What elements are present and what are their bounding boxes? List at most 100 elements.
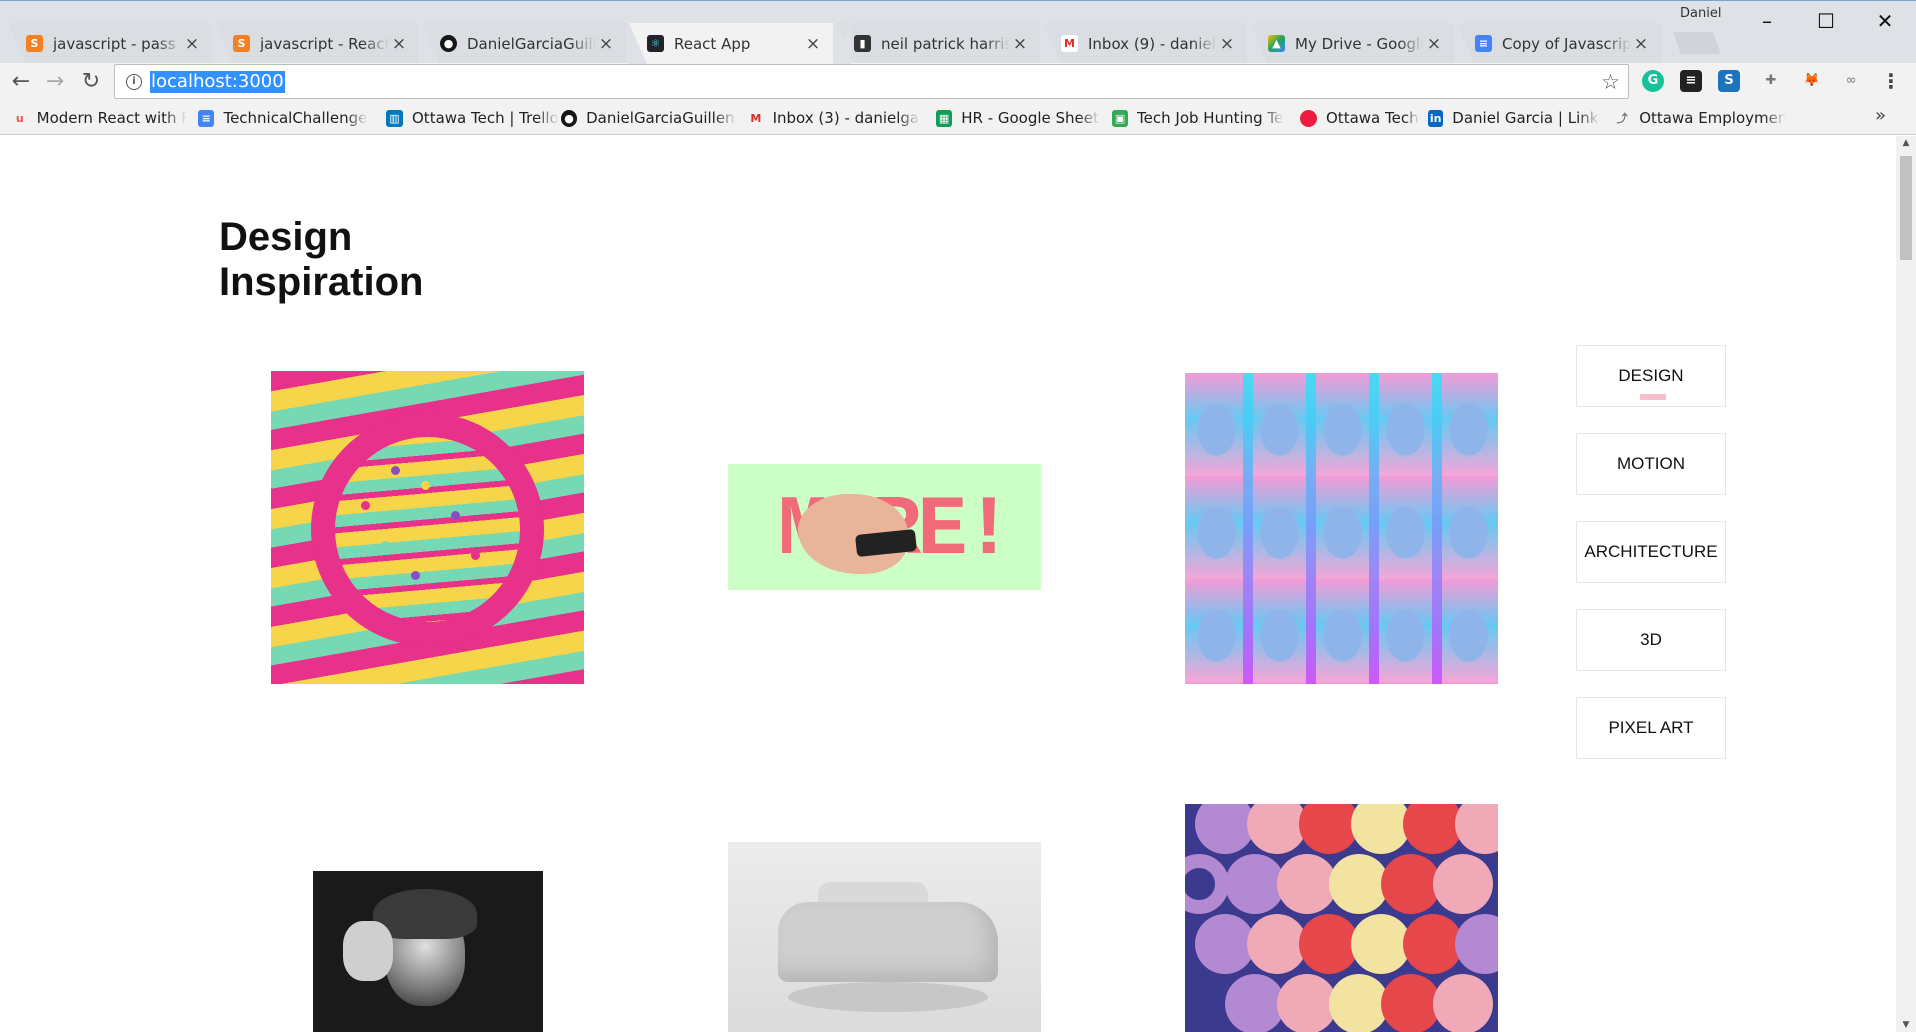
scroll-down-icon[interactable]: ▼ [1896, 1020, 1916, 1030]
scroll-up-icon[interactable]: ▲ [1896, 138, 1916, 148]
bookmarks-overflow-icon[interactable]: » [1875, 105, 1886, 126]
bookmark-star-icon[interactable]: ☆ [1601, 70, 1620, 94]
hand-shape [343, 921, 393, 981]
bookmark-inbox[interactable]: M Inbox (3) - danielgarc [748, 107, 920, 129]
grammarly-icon[interactable]: G [1642, 70, 1664, 92]
filter-design-button[interactable]: DESIGN [1576, 345, 1726, 407]
tab-javascript-react-js[interactable]: S javascript - React js × [215, 23, 437, 64]
car-base-shape [788, 982, 988, 1012]
tab-react-app[interactable]: ⚛ React App × [629, 23, 851, 64]
minimize-icon[interactable]: – [1744, 6, 1790, 36]
close-icon[interactable]: × [803, 34, 823, 54]
bookmark-ottawa-tech-trello[interactable]: ▥ Ottawa Tech | Trello [386, 107, 561, 129]
menu-icon[interactable]: ⋮ [1880, 70, 1902, 92]
arc-shape [1195, 804, 1255, 854]
filter-motion-button[interactable]: MOTION [1576, 433, 1726, 495]
gmail-icon: M [1061, 35, 1078, 52]
gallery-image-wave-pattern[interactable] [1185, 373, 1498, 684]
car-body-shape [778, 902, 998, 982]
filter-pixel-art-button[interactable]: PIXEL ART [1576, 697, 1726, 759]
address-bar[interactable]: i localhost:3000 ☆ [114, 64, 1629, 99]
bookmark-ottawa-employment[interactable]: ⤴ Ottawa Employment [1614, 107, 1786, 129]
imdb-icon: ▮ [854, 35, 871, 52]
close-icon[interactable]: × [1217, 34, 1237, 54]
bookmarks-bar: u Modern React with Re ≡ TechnicalChalle… [0, 101, 1916, 135]
maximize-icon[interactable]: ☐ [1803, 6, 1849, 36]
stackoverflow-icon: S [233, 35, 250, 52]
address-url[interactable]: localhost:3000 [150, 70, 285, 93]
new-tab-button[interactable] [1672, 32, 1722, 54]
arc-shape [1277, 974, 1337, 1032]
github-icon: ● [561, 109, 578, 127]
page-scrollbar[interactable]: ▲ ▼ [1896, 136, 1916, 1032]
tab-javascript-pass-id[interactable]: S javascript - pass id × [8, 23, 230, 64]
drive-icon: ▲ [1268, 35, 1285, 52]
bookmark-technical-challenge[interactable]: ≡ TechnicalChallenge- [198, 107, 368, 129]
gallery-image-3d-car[interactable] [728, 842, 1041, 1032]
bookmark-hr-google-sheets[interactable]: ▦ HR - Google Sheets [936, 107, 1100, 129]
bookmark-modern-react[interactable]: u Modern React with Re [12, 107, 187, 129]
back-icon[interactable]: ← [7, 68, 35, 96]
forward-icon[interactable]: → [41, 68, 69, 96]
page-title: Design Inspiration [219, 215, 539, 305]
metamask-icon[interactable]: 🦊 [1801, 70, 1823, 92]
tab-github[interactable]: ● DanielGarciaGuillen × [422, 23, 644, 64]
arc-shape [1225, 854, 1285, 914]
arc-shape [1299, 914, 1359, 974]
arc-shape [1381, 854, 1441, 914]
filter-3d-button[interactable]: 3D [1576, 609, 1726, 671]
docs-icon: ≡ [198, 109, 215, 127]
gallery-image-more-phone[interactable]: MORE! [728, 464, 1041, 590]
arc-shape [1455, 804, 1498, 854]
gallery-image-vintage-photo[interactable] [313, 871, 543, 1032]
page-title-line1: Design [219, 215, 353, 259]
close-icon[interactable]: × [389, 34, 409, 54]
page-title-line2: Inspiration [219, 260, 424, 304]
trello-icon: ▥ [386, 109, 403, 127]
profile-name[interactable]: Daniel [1680, 6, 1721, 21]
arc-shape [1433, 974, 1493, 1032]
calendar-icon: ▣ [1112, 109, 1129, 127]
buffer-icon[interactable]: ≡ [1680, 70, 1702, 92]
page-viewport: Design Inspiration MORE! DESIGN MOTION A… [0, 136, 1896, 1032]
tab-inbox[interactable]: M Inbox (9) - danielga × [1043, 23, 1265, 64]
arc-shape [1329, 854, 1389, 914]
filter-architecture-button[interactable]: ARCHITECTURE [1576, 521, 1726, 583]
tab-neil-patrick-harris[interactable]: ▮ neil patrick harris ac × [836, 23, 1058, 64]
arc-shape [1277, 854, 1337, 914]
pattern-streak [1369, 373, 1379, 684]
dot [361, 501, 370, 510]
close-icon[interactable]: × [596, 34, 616, 54]
pattern-streak [1243, 373, 1253, 684]
reload-icon[interactable]: ↻ [77, 68, 105, 96]
meetup-icon [1300, 109, 1317, 127]
arc-shape [1433, 854, 1493, 914]
scrollbar-thumb[interactable] [1900, 156, 1912, 260]
gallery-image-arc-pattern[interactable] [1185, 804, 1498, 1032]
tab-my-drive[interactable]: ▲ My Drive - Google × [1250, 23, 1472, 64]
extension-icon[interactable]: ∞ [1840, 70, 1862, 92]
window-close-icon[interactable]: ✕ [1862, 6, 1908, 36]
dot [391, 466, 400, 475]
bookmark-ottawa-tech[interactable]: Ottawa Tech [1300, 107, 1420, 129]
circle-shape [311, 413, 544, 646]
tab-copy-of-javascript[interactable]: ≡ Copy of Javascript F × [1457, 23, 1679, 64]
bookmark-github[interactable]: ● DanielGarciaGuillen ( [561, 107, 737, 129]
close-icon[interactable]: × [182, 34, 202, 54]
dot [441, 591, 450, 600]
close-icon[interactable]: × [1424, 34, 1444, 54]
s-extension-icon[interactable]: S [1718, 70, 1740, 92]
bookmark-linkedin[interactable]: in Daniel Garcia | Linked [1428, 107, 1600, 129]
gallery-image-pink-yellow-circle[interactable] [271, 371, 584, 684]
bookmark-tech-job-hunting[interactable]: ▣ Tech Job Hunting Ten [1112, 107, 1284, 129]
browser-titlebar: S javascript - pass id × S javascript - … [0, 0, 1916, 64]
arc-shape [1329, 974, 1389, 1032]
arc-shape [1225, 974, 1285, 1032]
chart-icon: ⤴ [1616, 112, 1628, 125]
puzzle-icon[interactable]: ✚ [1760, 70, 1782, 92]
dot [421, 481, 430, 490]
close-icon[interactable]: × [1631, 34, 1651, 54]
dot [471, 551, 480, 560]
info-icon[interactable]: i [126, 73, 142, 90]
close-icon[interactable]: × [1010, 34, 1030, 54]
